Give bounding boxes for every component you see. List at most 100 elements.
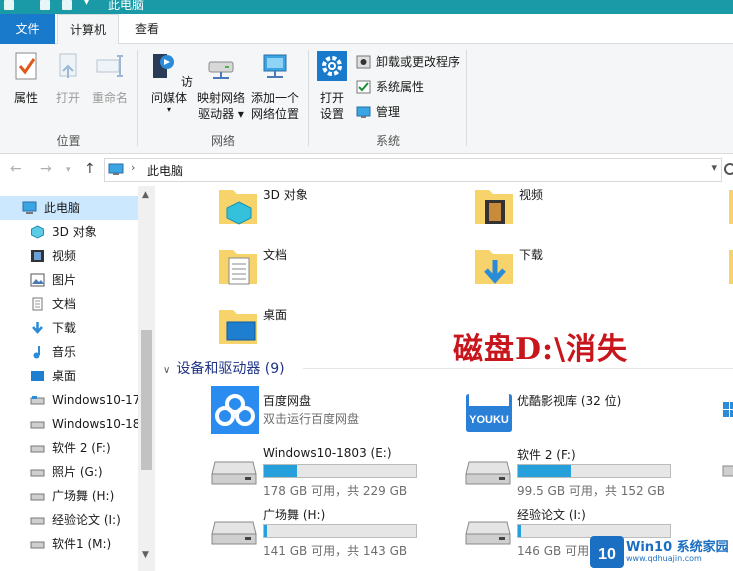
computer-icon bbox=[22, 201, 37, 214]
cube-icon bbox=[31, 225, 44, 239]
address-dropdown-icon[interactable]: ▾ bbox=[711, 161, 717, 174]
music-note-icon bbox=[33, 346, 40, 359]
partial-windows-icon[interactable] bbox=[721, 398, 733, 422]
picture-icon bbox=[30, 273, 45, 287]
back-arrow-icon[interactable]: ← bbox=[10, 161, 22, 177]
app-name: 百度网盘 bbox=[263, 394, 312, 408]
tab-view[interactable]: 查看 bbox=[122, 14, 172, 44]
nav-item-drive-g[interactable]: 照片 (G:) bbox=[0, 460, 138, 484]
properties-label: 属性 bbox=[13, 91, 38, 105]
nav-item-3d-objects[interactable]: 3D 对象 bbox=[0, 220, 138, 244]
drive-icon bbox=[30, 396, 45, 405]
quick-access-properties-icon[interactable] bbox=[40, 0, 50, 10]
folder-label: 视频 bbox=[519, 188, 544, 202]
nav-item-label: 音乐 bbox=[52, 345, 77, 359]
open-label: 打开 bbox=[55, 91, 80, 105]
drive-usage-bar bbox=[517, 464, 671, 478]
recent-dropdown-icon[interactable]: ▾ bbox=[66, 165, 71, 175]
access-media-button[interactable]: 访问媒体 ▾ bbox=[142, 50, 196, 114]
quick-access-dropdown-icon[interactable]: ▾ bbox=[84, 0, 89, 8]
nav-item-videos[interactable]: 视频 bbox=[0, 244, 138, 268]
rename-icon bbox=[96, 55, 123, 77]
section-divider bbox=[303, 368, 733, 369]
group-divider bbox=[466, 50, 467, 146]
nav-item-downloads[interactable]: 下载 bbox=[0, 316, 138, 340]
address-bar-row: ← → ▾ ↑ › 此电脑 ▾ bbox=[0, 154, 733, 186]
annotation-overlay-text: 磁盘D:\消失 bbox=[453, 332, 629, 367]
nav-item-label: 3D 对象 bbox=[52, 225, 97, 239]
folder-download-icon bbox=[475, 250, 513, 284]
drive-usage-text: 178 GB 可用，共 229 GB bbox=[263, 484, 408, 498]
nav-item-label: 图片 bbox=[52, 273, 77, 287]
nav-item-label: Windows10-17 bbox=[52, 393, 138, 407]
up-arrow-icon[interactable]: ↑ bbox=[84, 161, 96, 177]
tab-file[interactable]: 文件 bbox=[0, 14, 55, 44]
nav-item-this-pc[interactable]: 此电脑 bbox=[0, 196, 138, 220]
map-network-drive-button[interactable]: 映射网络 驱动器 ▾ bbox=[194, 50, 248, 122]
nav-item-drive-windows18[interactable]: Windows10-18 bbox=[0, 412, 138, 436]
nav-item-documents[interactable]: 文档 bbox=[0, 292, 138, 316]
folder-video-icon bbox=[475, 190, 513, 224]
drive-name: 软件 2 (F:) bbox=[517, 448, 576, 462]
network-location-icon bbox=[263, 54, 287, 78]
breadcrumb-this-pc[interactable]: 此电脑 bbox=[147, 162, 183, 179]
manage-icon bbox=[356, 106, 371, 118]
hard-drive-icon bbox=[211, 461, 257, 485]
refresh-icon[interactable] bbox=[724, 163, 733, 175]
system-properties-button[interactable]: 系统属性 bbox=[356, 77, 424, 97]
add-network-location-button[interactable]: 添加一个 网络位置 bbox=[248, 50, 302, 122]
nav-item-drive-f[interactable]: 软件 2 (F:) bbox=[0, 436, 138, 460]
nav-item-label: 下载 bbox=[52, 321, 77, 335]
open-settings-button[interactable]: 打开 设置 bbox=[312, 50, 352, 122]
nav-item-label: Windows10-18 bbox=[52, 417, 138, 431]
youku-icon: YOUKU bbox=[466, 394, 512, 432]
quick-access-newfolder-icon[interactable] bbox=[62, 0, 72, 10]
video-icon bbox=[31, 250, 44, 262]
nav-item-label: 文档 bbox=[52, 297, 77, 311]
chevron-down-icon[interactable]: ∨ bbox=[163, 365, 170, 376]
properties-button[interactable]: 属性 bbox=[6, 50, 46, 106]
nav-item-drive-m[interactable]: 软件1 (M:) bbox=[0, 532, 138, 556]
nav-item-pictures[interactable]: 图片 bbox=[0, 268, 138, 292]
forward-arrow-icon[interactable]: → bbox=[40, 161, 52, 177]
drive-name: 经验论文 (I:) bbox=[517, 508, 586, 522]
nav-item-drive-e[interactable]: Windows10-17 bbox=[0, 388, 138, 412]
network-drive-icon bbox=[208, 61, 234, 79]
open-button[interactable]: 打开 bbox=[48, 50, 88, 106]
svg-text:10: 10 bbox=[598, 546, 616, 563]
window-title: 此电脑 bbox=[108, 0, 145, 12]
nav-item-drive-i[interactable]: 经验论文 (I:) bbox=[0, 508, 138, 532]
folder-label: 3D 对象 bbox=[263, 188, 308, 202]
uninstall-label: 卸载或更改程序 bbox=[376, 55, 461, 69]
tab-computer[interactable]: 计算机 bbox=[57, 14, 119, 45]
open-settings-label-2: 设置 bbox=[319, 107, 344, 121]
partial-drive-icon[interactable] bbox=[721, 452, 733, 482]
rename-button[interactable]: 重命名 bbox=[90, 50, 130, 106]
nav-item-music[interactable]: 音乐 bbox=[0, 340, 138, 364]
nav-item-drive-h[interactable]: 广场舞 (H:) bbox=[0, 484, 138, 508]
scroll-down-icon[interactable]: ▼ bbox=[142, 550, 149, 560]
drive-name: 广场舞 (H:) bbox=[263, 508, 326, 522]
folder-3d-icon bbox=[219, 190, 257, 225]
scroll-thumb[interactable] bbox=[141, 330, 152, 470]
uninstall-program-button[interactable]: 卸载或更改程序 bbox=[356, 52, 460, 72]
navigation-pane: 此电脑 3D 对象 视频 图片 文档 下载 音乐 桌面 Windows10-17… bbox=[0, 186, 155, 571]
address-field[interactable]: › 此电脑 ▾ bbox=[104, 158, 722, 182]
baidu-netdisk-icon bbox=[211, 386, 259, 434]
nav-item-label: 软件 2 (F:) bbox=[52, 441, 111, 455]
devices-section-header[interactable]: ∨ 设备和驱动器 (9) bbox=[163, 358, 733, 378]
nav-pane-scrollbar[interactable]: ▲ ▼ bbox=[138, 186, 155, 571]
scroll-up-icon[interactable]: ▲ bbox=[142, 190, 149, 200]
nav-item-label: 经验论文 (I:) bbox=[52, 513, 121, 527]
nav-item-label: 软件1 (M:) bbox=[52, 537, 112, 551]
breadcrumb-chevron-icon[interactable]: › bbox=[131, 161, 135, 174]
rename-label: 重命名 bbox=[91, 91, 128, 105]
folder-icon bbox=[729, 190, 733, 224]
ribbon: 属性 打开 重命名 位置 访问媒体 ▾ 映射网络 驱动器 ▾ 添加一个 网络位置… bbox=[0, 44, 733, 154]
nav-item-desktop[interactable]: 桌面 bbox=[0, 364, 138, 388]
manage-button[interactable]: 管理 bbox=[356, 102, 400, 122]
gear-icon bbox=[317, 51, 347, 81]
drive-usage-bar bbox=[263, 524, 417, 538]
drive-icon bbox=[30, 541, 45, 549]
hard-drive-icon bbox=[722, 465, 733, 477]
